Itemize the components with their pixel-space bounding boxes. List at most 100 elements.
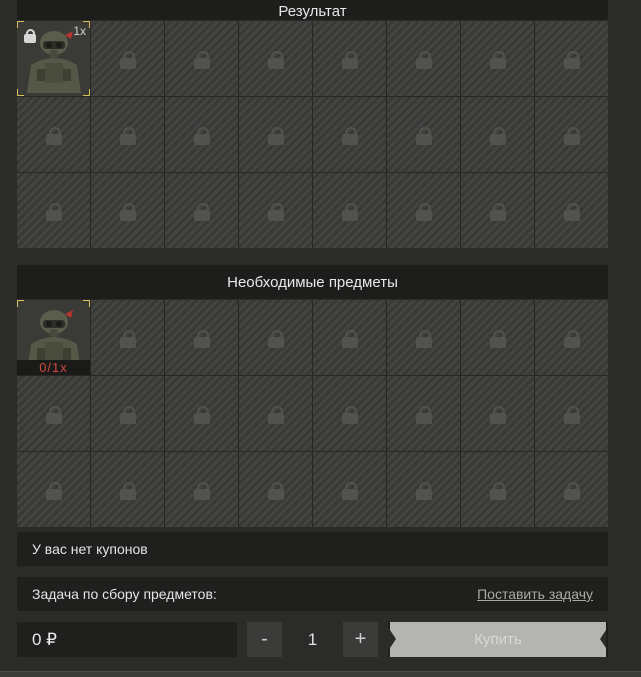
decrease-quantity-button[interactable]: - xyxy=(247,622,282,657)
lock-icon xyxy=(564,406,580,424)
slot-corner xyxy=(17,89,24,96)
lock-icon xyxy=(194,482,210,500)
result-locked-slot xyxy=(165,173,238,248)
required-locked-slot xyxy=(387,300,460,375)
buy-edge-right xyxy=(606,622,608,657)
lock-icon xyxy=(194,330,210,348)
coupons-panel: У вас нет купонов xyxy=(17,532,608,566)
required-locked-slot xyxy=(165,376,238,451)
result-locked-slot xyxy=(461,97,534,172)
result-locked-slot xyxy=(535,21,608,96)
buy-button[interactable]: Купить xyxy=(388,622,608,657)
buy-label: Купить xyxy=(474,631,522,648)
lock-icon xyxy=(564,127,580,145)
lock-icon xyxy=(416,406,432,424)
lock-icon xyxy=(120,482,136,500)
lock-icon xyxy=(490,330,506,348)
lock-icon xyxy=(46,127,62,145)
lock-icon xyxy=(194,203,210,221)
result-locked-slot xyxy=(239,97,312,172)
lock-icon xyxy=(342,203,358,221)
result-locked-slot xyxy=(239,21,312,96)
required-locked-slot xyxy=(17,452,90,527)
result-locked-slot xyxy=(17,173,90,248)
result-locked-slot xyxy=(165,97,238,172)
required-locked-slot xyxy=(91,376,164,451)
lock-icon xyxy=(490,127,506,145)
result-locked-slot xyxy=(91,97,164,172)
lock-icon xyxy=(490,203,506,221)
required-title: Необходимые предметы xyxy=(227,273,398,291)
result-locked-slot xyxy=(91,173,164,248)
minus-icon: - xyxy=(261,628,268,650)
lock-icon xyxy=(342,482,358,500)
result-grid: 1x xyxy=(17,21,608,248)
buy-notch-left xyxy=(388,627,396,651)
lock-icon xyxy=(268,406,284,424)
lock-icon xyxy=(416,203,432,221)
increase-quantity-button[interactable]: + xyxy=(343,622,378,657)
result-locked-slot xyxy=(165,21,238,96)
quantity-text: 1 xyxy=(307,629,318,649)
task-label: Задача по сбору предметов: xyxy=(32,586,217,602)
required-grid: 0/1x xyxy=(17,300,608,527)
result-locked-slot xyxy=(535,173,608,248)
lock-icon xyxy=(342,330,358,348)
lock-icon xyxy=(120,203,136,221)
lock-icon xyxy=(120,330,136,348)
lock-icon xyxy=(46,482,62,500)
result-locked-slot xyxy=(313,21,386,96)
result-locked-slot xyxy=(313,97,386,172)
required-locked-slot xyxy=(239,300,312,375)
lock-icon xyxy=(268,330,284,348)
lock-icon xyxy=(564,482,580,500)
lock-icon xyxy=(342,127,358,145)
required-locked-slot xyxy=(461,452,534,527)
lock-icon xyxy=(342,51,358,69)
required-locked-slot xyxy=(313,452,386,527)
required-item-slot[interactable]: 0/1x xyxy=(17,300,90,375)
lock-icon xyxy=(194,51,210,69)
required-locked-slot xyxy=(461,376,534,451)
result-locked-slot xyxy=(239,173,312,248)
lock-icon xyxy=(268,127,284,145)
required-locked-slot xyxy=(461,300,534,375)
result-locked-slot xyxy=(313,173,386,248)
result-header: Результат xyxy=(17,0,608,20)
lock-icon xyxy=(490,482,506,500)
price-value: 0 ₽ xyxy=(32,629,57,649)
lock-icon xyxy=(268,203,284,221)
quantity-value[interactable]: 1 xyxy=(282,622,343,657)
result-locked-slot xyxy=(91,21,164,96)
lock-icon xyxy=(46,203,62,221)
required-locked-slot xyxy=(387,376,460,451)
required-locked-slot xyxy=(535,376,608,451)
result-item-slot[interactable]: 1x xyxy=(17,21,90,96)
required-locked-slot xyxy=(91,300,164,375)
lock-icon xyxy=(416,127,432,145)
result-locked-slot xyxy=(461,173,534,248)
slot-corner xyxy=(83,89,90,96)
lock-icon xyxy=(24,29,36,43)
bottom-divider xyxy=(0,671,641,677)
result-locked-slot xyxy=(535,97,608,172)
lock-icon xyxy=(564,203,580,221)
price-display: 0 ₽ xyxy=(17,622,237,657)
slot-corner xyxy=(83,300,90,307)
slot-corner xyxy=(17,21,24,28)
result-locked-slot xyxy=(387,173,460,248)
lock-icon xyxy=(416,330,432,348)
result-locked-slot xyxy=(461,21,534,96)
coupons-text: У вас нет купонов xyxy=(32,541,148,557)
lock-icon xyxy=(268,482,284,500)
required-count: 0/1x xyxy=(17,360,90,375)
required-locked-slot xyxy=(165,452,238,527)
item-quantity: 1x xyxy=(73,24,86,38)
task-panel: Задача по сбору предметов: Поставить зад… xyxy=(17,577,608,611)
set-task-link[interactable]: Поставить задачу xyxy=(477,586,593,602)
required-locked-slot xyxy=(313,376,386,451)
lock-icon xyxy=(416,51,432,69)
required-locked-slot xyxy=(239,376,312,451)
lock-icon xyxy=(120,51,136,69)
result-title: Результат xyxy=(278,3,347,20)
